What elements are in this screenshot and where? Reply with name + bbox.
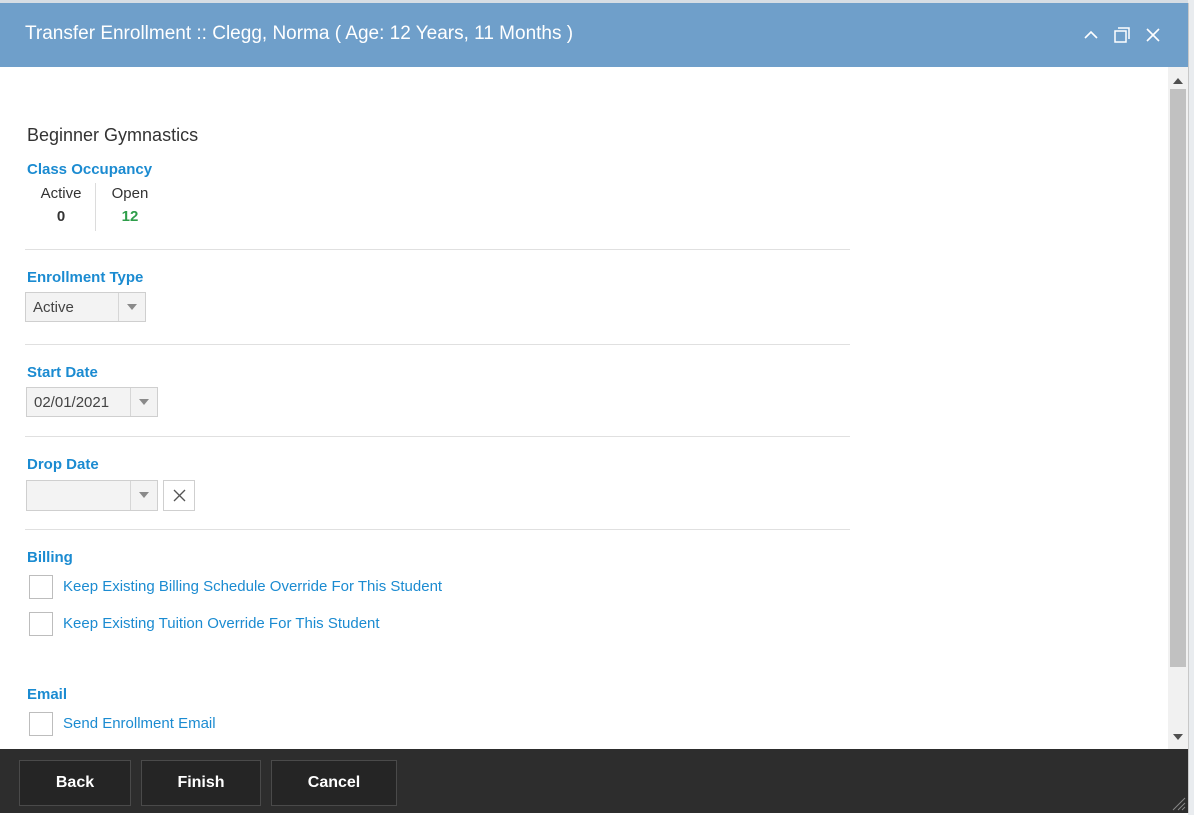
drop-date-label: Drop Date [27,456,99,473]
occupancy-active-label: Active [40,185,82,202]
section-divider [25,249,850,250]
close-icon [1146,28,1160,42]
finish-button[interactable]: Finish [141,760,261,806]
dialog-title: Transfer Enrollment :: Clegg, Norma ( Ag… [25,23,574,44]
dialog-footer: Back Finish Cancel [0,749,1188,813]
dialog-content: Beginner Gymnastics Class Occupancy Acti… [0,67,1168,749]
class-occupancy-label: Class Occupancy [27,161,153,178]
email-label: Email [27,686,68,703]
chevron-down-icon [139,399,149,405]
occupancy-open-value: 12 [121,208,139,225]
keep-billing-schedule-override-checkbox[interactable] [29,575,53,599]
drop-date-toggle[interactable] [130,481,157,510]
resize-grip-icon[interactable] [1170,795,1186,811]
close-icon [173,489,186,502]
start-date-picker[interactable]: 02/01/2021 [26,387,158,417]
start-date-label: Start Date [27,364,98,381]
section-divider [25,529,850,530]
close-button[interactable] [1142,24,1164,46]
transfer-enrollment-dialog: Transfer Enrollment :: Clegg, Norma ( Ag… [0,3,1189,813]
cancel-button[interactable]: Cancel [271,760,397,806]
occupancy-active-value: 0 [56,208,66,225]
scroll-thumb[interactable] [1170,89,1186,667]
occupancy-active: Active 0 [38,185,84,225]
scroll-down-icon[interactable] [1173,734,1183,740]
minimize-button[interactable] [1080,24,1102,46]
send-enrollment-email-checkbox[interactable] [29,712,53,736]
keep-tuition-override-label[interactable]: Keep Existing Tuition Override For This … [63,615,380,632]
enrollment-type-toggle[interactable] [118,293,145,321]
enrollment-type-dropdown[interactable]: Active [25,292,146,322]
keep-tuition-override-checkbox[interactable] [29,612,53,636]
send-enrollment-email-label[interactable]: Send Enrollment Email [63,715,216,732]
back-button[interactable]: Back [19,760,131,806]
class-name-heading: Beginner Gymnastics [27,125,199,145]
start-date-value: 02/01/2021 [34,394,110,411]
dialog-titlebar[interactable]: Transfer Enrollment :: Clegg, Norma ( Ag… [0,3,1188,67]
occupancy-divider [95,183,96,231]
clear-drop-date-button[interactable] [163,480,195,511]
billing-label: Billing [27,549,73,566]
enrollment-type-value: Active [33,299,74,316]
occupancy-open-label: Open [111,185,149,202]
section-divider [25,344,850,345]
maximize-button[interactable] [1111,24,1133,46]
scroll-up-icon[interactable] [1173,78,1183,84]
chevron-down-icon [139,492,149,498]
chevron-down-icon [127,304,137,310]
maximize-icon [1114,27,1130,43]
drop-date-picker[interactable] [26,480,158,511]
start-date-toggle[interactable] [130,388,157,416]
section-divider [25,436,850,437]
keep-billing-schedule-override-label[interactable]: Keep Existing Billing Schedule Override … [63,578,442,595]
vertical-scrollbar[interactable] [1168,67,1188,749]
chevron-up-icon [1084,30,1098,39]
enrollment-type-label: Enrollment Type [27,269,144,286]
occupancy-open: Open 12 [108,185,152,225]
